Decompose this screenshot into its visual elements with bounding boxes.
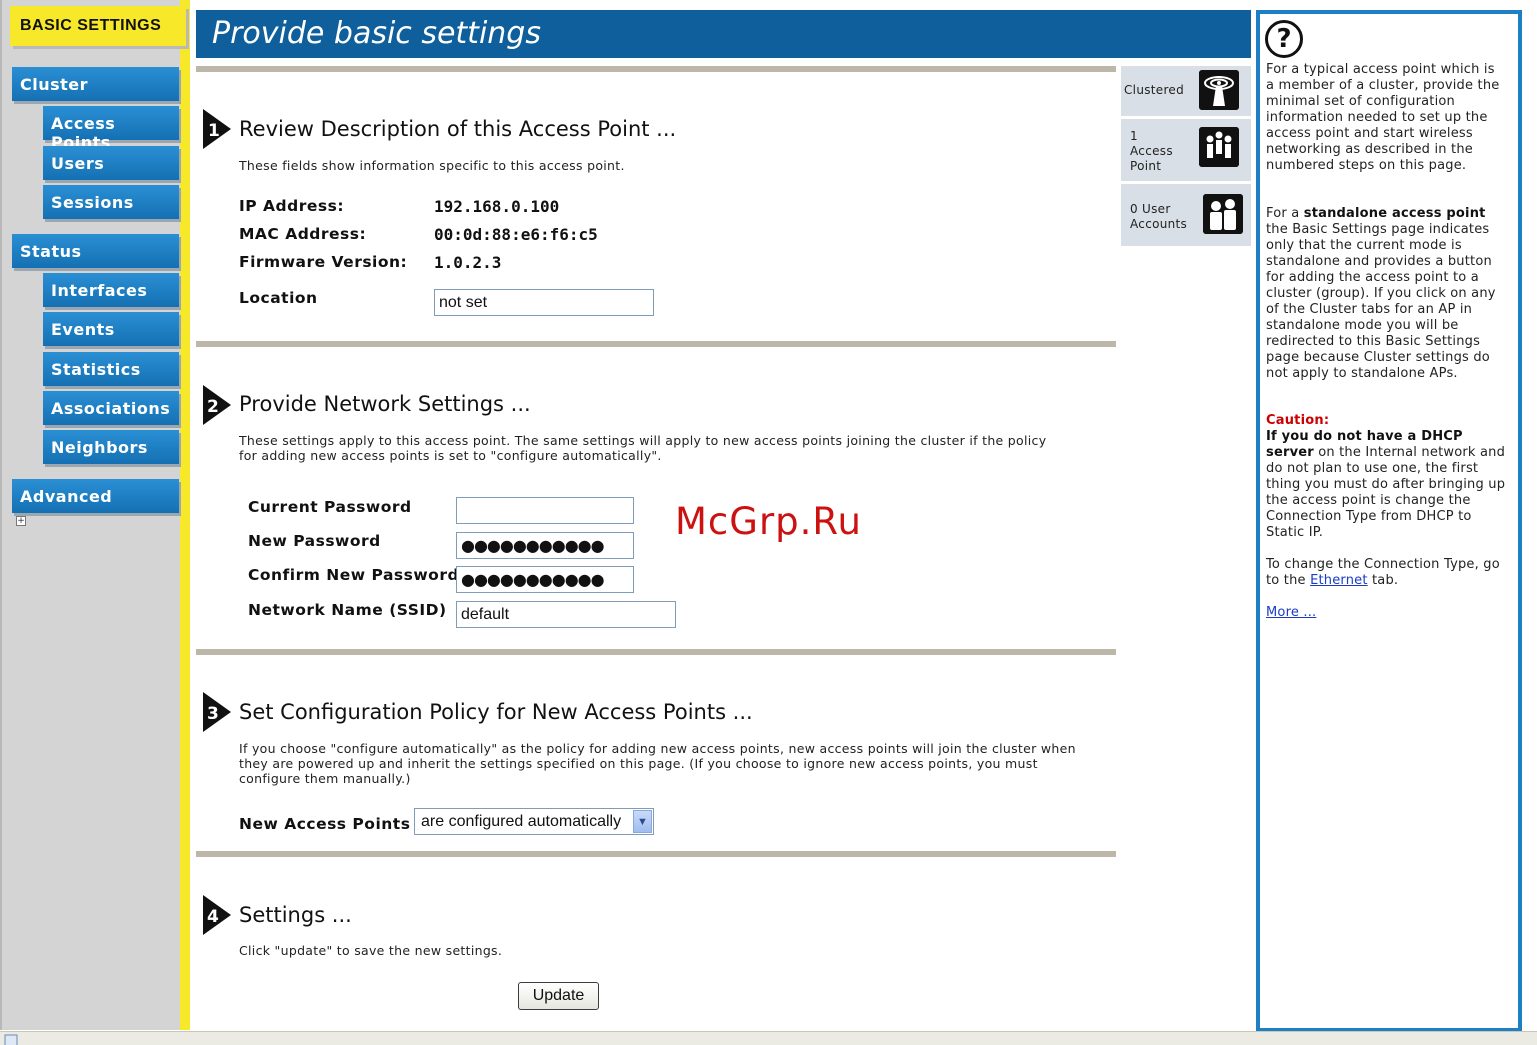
current-password-label: Current Password	[248, 498, 412, 516]
chevron-down-icon[interactable]: ▼	[633, 810, 652, 833]
sidebar-item-associations[interactable]: Associations	[43, 391, 179, 425]
sidebar-item-statistics[interactable]: Statistics	[43, 352, 179, 386]
access-points-status-widget[interactable]: 1 Access Point	[1121, 119, 1251, 181]
step-2-arrow-icon: 2	[203, 385, 231, 425]
help-question-icon: ?	[1265, 20, 1303, 58]
sidebar-item-events[interactable]: Events	[43, 312, 179, 346]
help-paragraph-ethernet: To change the Connection Type, go to the…	[1266, 557, 1500, 588]
clustered-status-widget[interactable]: Clustered	[1121, 66, 1251, 116]
step-2-title: Provide Network Settings ...	[239, 392, 531, 416]
step-4-arrow-icon: 4	[203, 895, 231, 935]
firmware-version-label: Firmware Version:	[239, 253, 408, 271]
section-divider	[196, 851, 1116, 857]
ethernet-link[interactable]: Ethernet	[1310, 573, 1368, 588]
page-root: BASIC SETTINGS Cluster Access Points Use…	[0, 0, 1537, 1045]
user-accounts-icon	[1203, 194, 1243, 234]
sidebar-item-sessions[interactable]: Sessions	[43, 185, 179, 219]
step-4-description: Click "update" to save the new settings.	[239, 943, 503, 958]
step-2-description-line1: These settings apply to this access poin…	[239, 433, 1047, 448]
sidebar-item-interfaces[interactable]: Interfaces	[43, 273, 179, 307]
sidebar-item-users[interactable]: Users	[43, 146, 179, 180]
sidebar-item-status[interactable]: Status	[12, 234, 179, 268]
sidebar-item-cluster[interactable]: Cluster	[12, 67, 179, 101]
help-paragraph-standalone: For a standalone access point the Basic …	[1266, 206, 1496, 381]
ip-address-value: 192.168.0.100	[434, 197, 560, 216]
user-accounts-count-label: 0 User Accounts	[1130, 202, 1188, 231]
section-divider	[196, 649, 1116, 655]
mac-address-value: 00:0d:88:e6:f6:c5	[434, 225, 598, 244]
step-3-description-line2: they are powered up and inherit the sett…	[239, 756, 1038, 771]
help-more: More ...	[1266, 605, 1506, 621]
confirm-password-label: Confirm New Password	[248, 566, 460, 584]
access-points-count-label: 1 Access Point	[1130, 129, 1173, 173]
update-button[interactable]: Update	[518, 982, 599, 1010]
step-1-title: Review Description of this Access Point …	[239, 117, 677, 141]
sidebar-item-access-points[interactable]: Access Points	[43, 106, 179, 152]
tab-basic-settings[interactable]: BASIC SETTINGS	[10, 6, 186, 46]
help-paragraph-typical: For a typical access point which is a me…	[1266, 62, 1500, 173]
step-2-description-line2: for adding new access points is set to "…	[239, 448, 662, 463]
page-icon	[4, 1034, 18, 1045]
expand-plus-icon[interactable]: +	[16, 516, 26, 526]
step-3-arrow-icon: 3	[203, 692, 231, 732]
step-1-arrow-icon: 1	[203, 109, 231, 149]
location-label: Location	[239, 289, 318, 307]
section-divider	[196, 66, 1116, 72]
svg-text:2: 2	[207, 397, 219, 417]
new-password-label: New Password	[248, 532, 381, 550]
new-access-points-select[interactable]: are configured automatically ▼	[414, 808, 654, 835]
step-3-description-line1: If you choose "configure automatically" …	[239, 741, 1076, 756]
page-title: Provide basic settings	[196, 10, 1251, 58]
mac-address-label: MAC Address:	[239, 225, 367, 243]
location-input[interactable]: not set	[434, 289, 654, 316]
watermark-text: McGrp.Ru	[675, 500, 862, 543]
ssid-input[interactable]: default	[456, 601, 676, 628]
section-divider	[196, 341, 1116, 347]
browser-status-bar	[0, 1031, 1537, 1045]
svg-text:3: 3	[207, 704, 219, 724]
confirm-password-field[interactable]: ●●●●●●●●●●●	[456, 566, 634, 593]
ssid-label: Network Name (SSID)	[248, 601, 447, 619]
clustered-label: Clustered	[1124, 83, 1185, 97]
new-password-field[interactable]: ●●●●●●●●●●●	[456, 532, 634, 559]
step-3-description-line3: configure them manually.)	[239, 771, 411, 786]
svg-text:4: 4	[207, 907, 219, 927]
current-password-field[interactable]	[456, 497, 634, 524]
firmware-version-value: 1.0.2.3	[434, 253, 502, 272]
new-access-points-selected-value: are configured automatically	[421, 813, 622, 830]
caution-label: Caution:	[1266, 413, 1330, 428]
step-3-title: Set Configuration Policy for New Access …	[239, 700, 753, 724]
more-link[interactable]: More ...	[1266, 605, 1316, 620]
step-1-description: These fields show information specific t…	[239, 158, 625, 173]
ip-address-label: IP Address:	[239, 197, 345, 215]
help-caution: Caution: If you do not have a DHCP serve…	[1266, 413, 1506, 540]
svg-text:1: 1	[208, 121, 220, 141]
sidebar-item-advanced[interactable]: Advanced	[12, 479, 179, 513]
access-point-group-icon	[1199, 127, 1239, 167]
user-accounts-status-widget[interactable]: 0 User Accounts	[1121, 184, 1251, 246]
antenna-icon	[1199, 70, 1239, 110]
sidebar-accent-bar	[180, 0, 190, 1030]
sidebar-item-neighbors[interactable]: Neighbors	[43, 430, 179, 464]
step-4-title: Settings ...	[239, 903, 352, 927]
new-access-points-label: New Access Points	[239, 815, 411, 833]
